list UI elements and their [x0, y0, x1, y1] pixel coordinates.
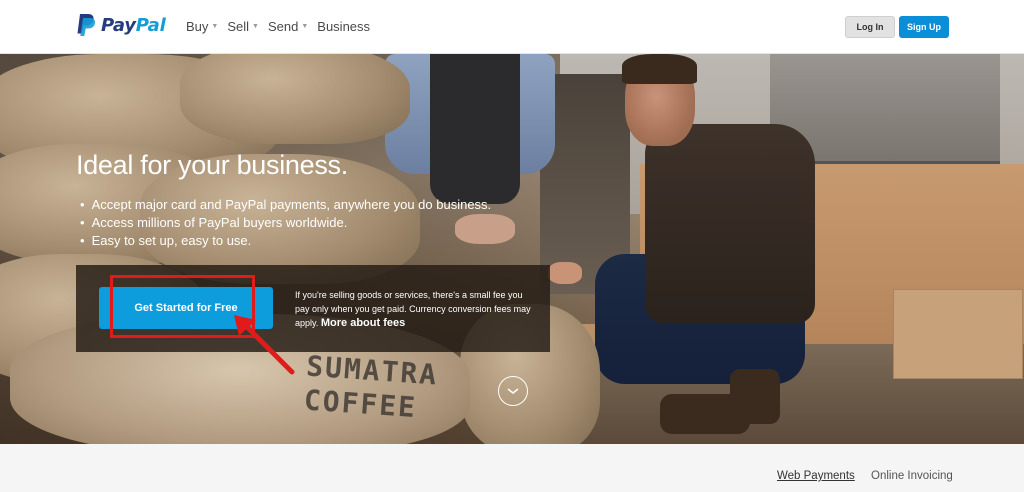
person-crouching-hand — [548, 262, 582, 284]
fee-description: If you're selling goods or services, the… — [295, 290, 531, 329]
nav-send[interactable]: Send ▼ — [268, 19, 308, 34]
person-crouching-body — [645, 124, 815, 324]
person-boot — [730, 369, 780, 424]
sub-navigation: Web Payments Online Invoicing — [0, 444, 1024, 492]
online-invoicing-link[interactable]: Online Invoicing — [871, 470, 953, 482]
nav-sell[interactable]: Sell ▼ — [227, 19, 259, 34]
web-payments-link[interactable]: Web Payments — [777, 470, 855, 482]
annotation-arrow-icon — [234, 315, 295, 375]
feature-item: • Accept major card and PayPal payments, … — [80, 197, 492, 212]
chevron-down-icon: ▼ — [211, 23, 219, 30]
hero-title: Ideal for your business. — [76, 150, 348, 180]
scroll-down-button[interactable] — [498, 376, 528, 406]
feature-item: • Easy to set up, easy to use. — [80, 233, 252, 248]
hero-banner: SUMATRA COFFEE Ideal for your business. •… — [0, 54, 1024, 444]
feature-item: • Access millions of PayPal buyers worldw… — [80, 215, 348, 230]
feature-list: • Accept major card and PayPal payments, … — [80, 196, 491, 250]
person-apron — [430, 54, 520, 204]
background-box — [893, 289, 1023, 379]
chevron-down-icon — [507, 388, 519, 395]
nav-buy[interactable]: Buy ▼ — [186, 19, 218, 34]
chevron-down-icon: ▼ — [252, 23, 259, 30]
paypal-wordmark: PayPal — [101, 14, 166, 36]
nav-business[interactable]: Business — [317, 19, 370, 34]
more-about-fees-link[interactable]: More about fees — [321, 317, 405, 329]
signup-button[interactable]: Sign Up — [899, 16, 949, 38]
chevron-down-icon: ▼ — [301, 23, 309, 30]
paypal-logo[interactable]: PayPal — [76, 13, 166, 37]
site-header: PayPal Buy ▼ Sell ▼ Send ▼ Business Log In … — [0, 0, 1024, 54]
paypal-p-icon — [77, 14, 96, 36]
main-nav: Buy ▼ Sell ▼ Send ▼ Business — [186, 19, 379, 34]
sack-print: SUMATRA COFFEE — [302, 349, 440, 425]
login-button[interactable]: Log In — [845, 16, 895, 38]
person-crouching-hair — [622, 54, 697, 84]
coffee-sack — [180, 54, 410, 144]
